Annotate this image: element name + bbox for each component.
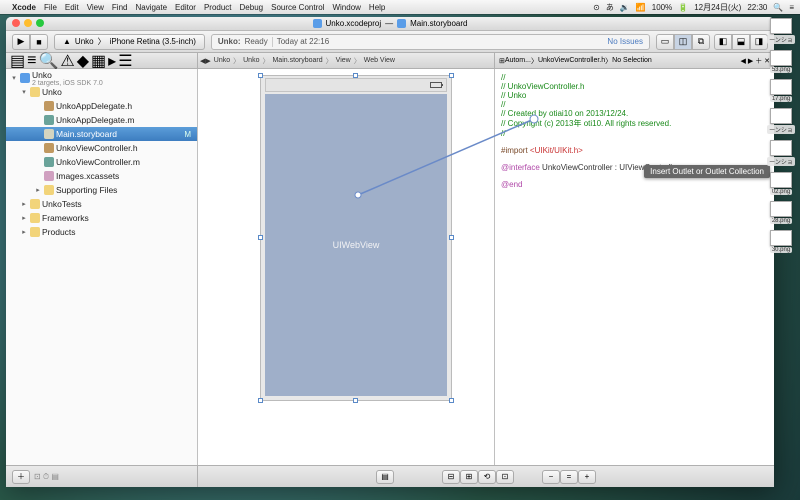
jump-bar-row: ▤ ≡ 🔍 ⚠ ◆ ▦ ▸ ☰ ◀ ▶ Unko〉 Unko〉 Main.sto… bbox=[6, 53, 774, 69]
battery-percent: 100% bbox=[652, 3, 672, 12]
tree-project-row[interactable]: ▾Unko2 targets, iOS SDK 7.0 bbox=[6, 71, 197, 85]
desktop-file[interactable]: 28.png bbox=[766, 201, 796, 224]
tree-file-selected[interactable]: Main.storyboardM bbox=[6, 127, 197, 141]
zoom-in-button[interactable]: + bbox=[578, 470, 596, 484]
tree-folder[interactable]: ▾Unko bbox=[6, 85, 197, 99]
project-tree[interactable]: ▾Unko2 targets, iOS SDK 7.0 ▾Unko UnkoAp… bbox=[6, 69, 197, 465]
menu-window[interactable]: Window bbox=[332, 3, 360, 12]
menu-help[interactable]: Help bbox=[369, 3, 385, 12]
align-button[interactable]: ⊟ bbox=[442, 470, 460, 484]
desktop-file-stack: ーンショ 53.png 17.png ーンショ ーンショ 02.png 28.p… bbox=[766, 18, 796, 253]
menu-product[interactable]: Product bbox=[204, 3, 232, 12]
traffic-lights bbox=[12, 19, 44, 27]
title-doc-file: Main.storyboard bbox=[410, 19, 467, 28]
desktop-file[interactable]: 02.png bbox=[766, 172, 796, 195]
nav-issue-icon[interactable]: ⚠ bbox=[60, 51, 74, 71]
add-button[interactable]: ＋ bbox=[12, 470, 30, 484]
menu-find[interactable]: Find bbox=[112, 3, 128, 12]
volume-icon[interactable]: 🔉 bbox=[620, 3, 630, 12]
menubar-time[interactable]: 22:30 bbox=[747, 3, 767, 12]
toggle-navigator-button[interactable]: ◧ bbox=[714, 34, 732, 50]
assistant-editor[interactable]: // // UnkoViewController.h // Unko // //… bbox=[494, 69, 774, 465]
desktop-file[interactable]: 53.png bbox=[766, 50, 796, 73]
toggle-debug-button[interactable]: ⬓ bbox=[732, 34, 750, 50]
desktop-file[interactable]: ーンショ bbox=[766, 108, 796, 134]
zoom-fit-button[interactable]: = bbox=[560, 470, 578, 484]
wifi-status-icon[interactable]: 📶 bbox=[636, 3, 646, 12]
tree-folder[interactable]: ▸UnkoTests bbox=[6, 197, 197, 211]
uiwebview[interactable]: UIWebView bbox=[265, 94, 447, 396]
menu-edit[interactable]: Edit bbox=[65, 3, 79, 12]
jump-bar-right[interactable]: ⊞ Autom...〉 UnkoViewController.h〉 No Sel… bbox=[494, 53, 774, 68]
standard-editor-button[interactable]: ▭ bbox=[656, 34, 674, 50]
panel-visibility-segmented[interactable]: ◧ ⬓ ◨ bbox=[714, 34, 768, 50]
minimize-button[interactable] bbox=[24, 19, 32, 27]
menubar-date[interactable]: 12月24日(火) bbox=[694, 2, 741, 13]
menu-navigate[interactable]: Navigate bbox=[135, 3, 167, 12]
interface-builder-canvas[interactable]: UIWebView bbox=[198, 69, 494, 465]
filter-icon[interactable]: ⊡ ⏱ ▤ bbox=[34, 472, 59, 482]
storyboard-icon bbox=[397, 19, 406, 28]
tree-folder[interactable]: ▸Products bbox=[6, 225, 197, 239]
xcode-window: Unko.xcodeproj — Main.storyboard ▶ ■ ▲ U… bbox=[6, 17, 774, 487]
nav-log-icon[interactable]: ☰ bbox=[118, 51, 132, 71]
menu-source-control[interactable]: Source Control bbox=[271, 3, 324, 12]
zoom-button[interactable] bbox=[36, 19, 44, 27]
tree-file[interactable]: UnkoAppDelegate.h bbox=[6, 99, 197, 113]
app-menu[interactable]: Xcode bbox=[12, 3, 36, 12]
bottom-toolbar: ＋ ⊡ ⏱ ▤ ▤ ⊟ ⊞ ⟲ ⊡ − = + bbox=[6, 465, 774, 487]
scheme-selector[interactable]: ▲ Unko 〉 iPhone Retina (3.5-inch) bbox=[54, 34, 205, 50]
close-button[interactable] bbox=[12, 19, 20, 27]
project-icon bbox=[313, 19, 322, 28]
nav-symbol-icon[interactable]: ≡ bbox=[27, 52, 36, 70]
tree-file[interactable]: UnkoViewController.m bbox=[6, 155, 197, 169]
tree-file[interactable]: Images.xcassets bbox=[6, 169, 197, 183]
tree-file[interactable]: UnkoAppDelegate.m bbox=[6, 113, 197, 127]
nav-find-icon[interactable]: 🔍 bbox=[38, 51, 58, 71]
nav-test-icon[interactable]: ◆ bbox=[77, 51, 89, 71]
desktop-file[interactable]: ーンショ bbox=[766, 18, 796, 44]
desktop-file[interactable]: 17.png bbox=[766, 79, 796, 102]
battery-icon[interactable]: 🔋 bbox=[678, 3, 688, 12]
macos-menubar[interactable]: Xcode File Edit View Find Navigate Edito… bbox=[0, 0, 800, 14]
menu-editor[interactable]: Editor bbox=[175, 3, 196, 12]
issues-link[interactable]: No Issues bbox=[607, 37, 643, 46]
desktop-file[interactable]: 30.png bbox=[766, 230, 796, 253]
outlet-tooltip: Insert Outlet or Outlet Collection bbox=[644, 165, 770, 178]
title-doc-project: Unko.xcodeproj bbox=[326, 19, 382, 28]
pin-button[interactable]: ⊞ bbox=[460, 470, 478, 484]
stop-button[interactable]: ■ bbox=[30, 34, 48, 50]
battery-icon bbox=[430, 82, 442, 88]
resizing-button[interactable]: ⊡ bbox=[496, 470, 514, 484]
project-navigator: ▾Unko2 targets, iOS SDK 7.0 ▾Unko UnkoAp… bbox=[6, 69, 198, 465]
assistant-editor-button[interactable]: ◫ bbox=[674, 34, 692, 50]
view-controller-scene[interactable]: UIWebView bbox=[260, 75, 452, 401]
run-button[interactable]: ▶ bbox=[12, 34, 30, 50]
tree-folder[interactable]: ▸Frameworks bbox=[6, 211, 197, 225]
tree-file[interactable]: UnkoViewController.h bbox=[6, 141, 197, 155]
nav-breakpoint-icon[interactable]: ▸ bbox=[108, 51, 116, 71]
doc-outline-button[interactable]: ▤ bbox=[376, 470, 394, 484]
scheme-target-icon: ▲ bbox=[63, 37, 71, 46]
menu-debug[interactable]: Debug bbox=[240, 3, 264, 12]
tree-folder[interactable]: ▸Supporting Files bbox=[6, 183, 197, 197]
menu-file[interactable]: File bbox=[44, 3, 57, 12]
window-titlebar[interactable]: Unko.xcodeproj — Main.storyboard bbox=[6, 17, 774, 31]
desktop-file[interactable]: ーンショ bbox=[766, 140, 796, 166]
wifi-icon[interactable]: ⊙ bbox=[593, 3, 600, 12]
ime-icon[interactable]: あ bbox=[606, 2, 614, 13]
resolve-button[interactable]: ⟲ bbox=[478, 470, 496, 484]
menu-view[interactable]: View bbox=[87, 3, 104, 12]
editor-mode-segmented[interactable]: ▭ ◫ ⧉ bbox=[656, 34, 710, 50]
jump-bar-left[interactable]: ◀ ▶ Unko〉 Unko〉 Main.storyboard〉 View〉 W… bbox=[198, 53, 494, 68]
nav-project-icon[interactable]: ▤ bbox=[10, 51, 25, 71]
simulated-status-bar bbox=[265, 78, 447, 92]
activity-viewer: Unko: Ready Today at 22:16 No Issues bbox=[211, 34, 650, 50]
nav-debug-icon[interactable]: ▦ bbox=[91, 51, 106, 71]
zoom-out-button[interactable]: − bbox=[542, 470, 560, 484]
notification-center-icon[interactable]: ≡ bbox=[789, 3, 794, 12]
spotlight-icon[interactable]: 🔍 bbox=[773, 3, 783, 12]
version-editor-button[interactable]: ⧉ bbox=[692, 34, 710, 50]
